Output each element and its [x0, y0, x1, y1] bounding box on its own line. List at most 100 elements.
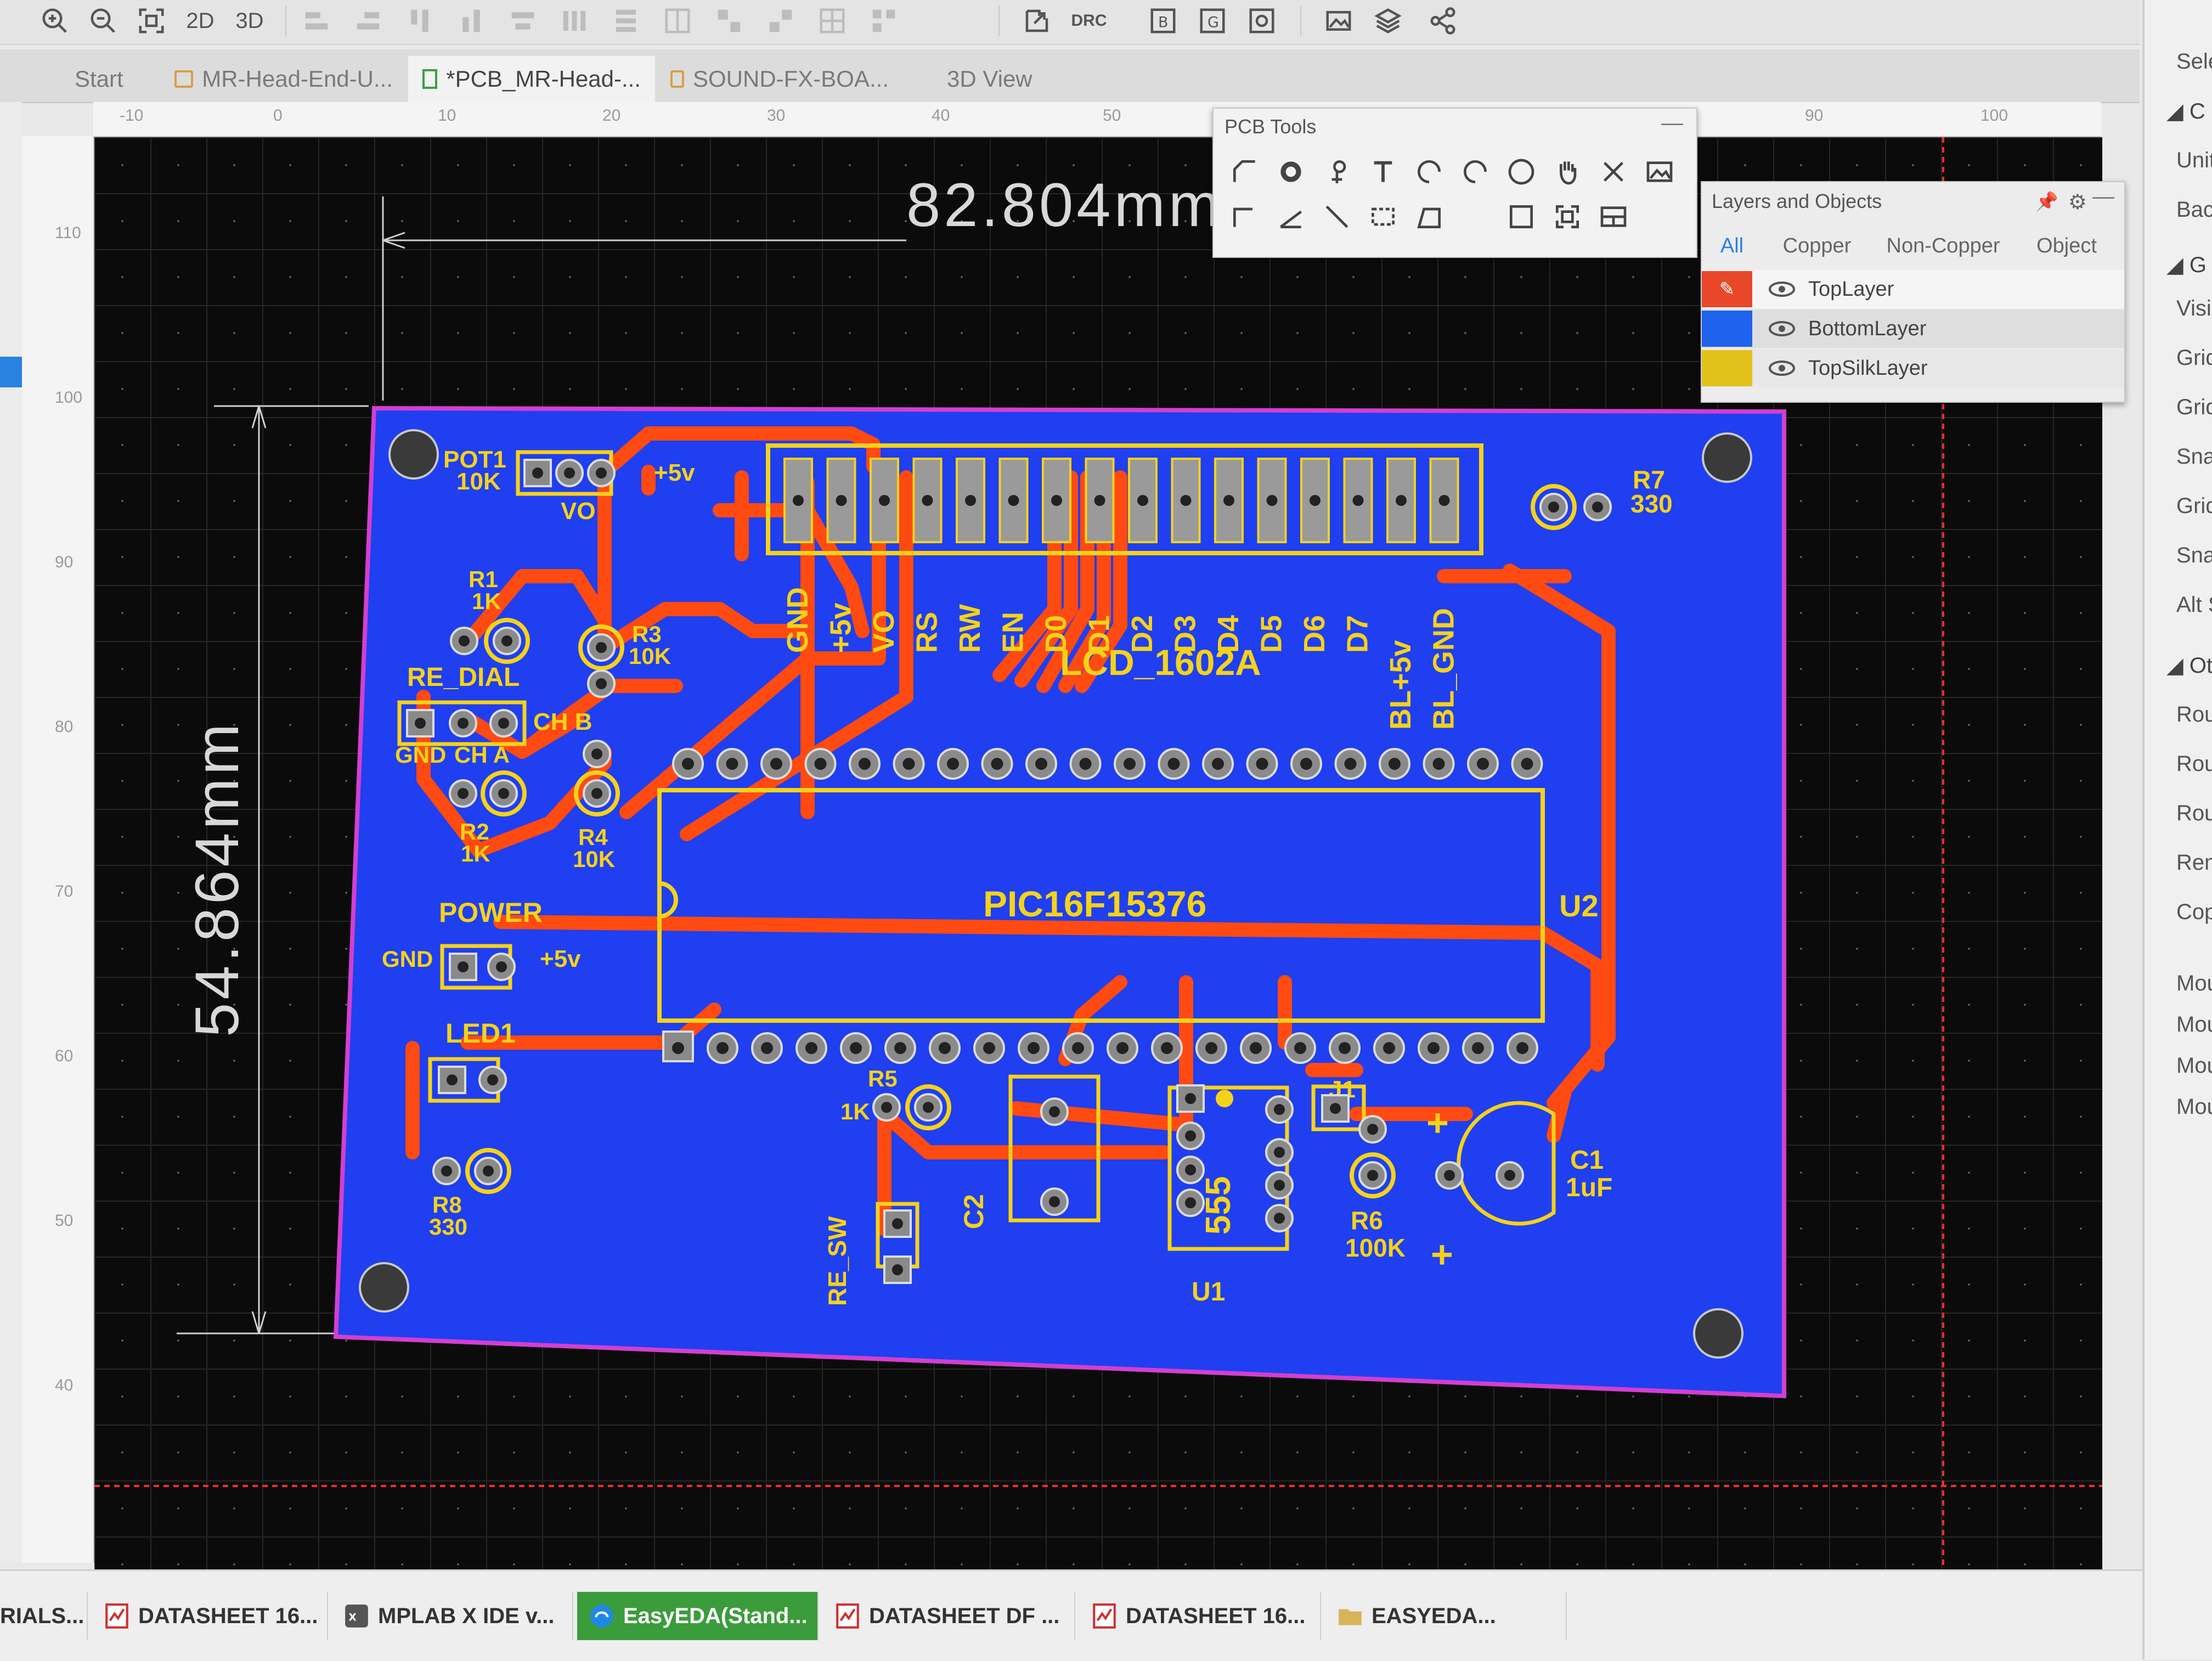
- zoom-out-icon[interactable]: [87, 4, 120, 37]
- view-2d-button[interactable]: 2D: [184, 4, 217, 37]
- zoom-in-icon[interactable]: [38, 4, 71, 37]
- property-item[interactable]: Snap: [2176, 543, 2212, 568]
- layer-row-top[interactable]: ✎ TopLayer: [1702, 270, 2124, 308]
- fit-icon[interactable]: [1548, 198, 1587, 236]
- property-item[interactable]: Grid: [2176, 494, 2212, 519]
- horizontal-ruler: -10 0 10 20 30 40 50 90 100: [93, 102, 2101, 137]
- tab-sound-fx[interactable]: SOUND-FX-BOA...: [656, 56, 903, 102]
- property-item[interactable]: Rout: [2176, 752, 2212, 776]
- tab-3d-view[interactable]: 3D View: [933, 56, 1075, 102]
- property-item[interactable]: Mous: [2176, 1054, 2212, 1078]
- layers-tab-object[interactable]: Object: [2015, 226, 2119, 266]
- mcu-pad-hole: [1427, 1042, 1440, 1054]
- view-3d-button[interactable]: 3D: [233, 4, 266, 37]
- property-item[interactable]: Sele: [2176, 49, 2212, 74]
- text-icon[interactable]: [1364, 153, 1402, 191]
- tab-schematic[interactable]: MR-Head-End-U...: [160, 56, 407, 102]
- taskbar-item[interactable]: RIALS...: [0, 1592, 88, 1640]
- property-item[interactable]: Bac: [2176, 198, 2212, 222]
- pad-hole: [498, 718, 509, 729]
- width-dimension-label: 82.804mm: [906, 171, 1223, 239]
- dimension-icon[interactable]: [1318, 198, 1356, 236]
- corner-icon[interactable]: [1226, 198, 1264, 236]
- property-item[interactable]: Sna: [2176, 444, 2212, 469]
- polygon-icon[interactable]: [1410, 198, 1448, 236]
- property-item[interactable]: Mous: [2176, 1012, 2212, 1037]
- measure-icon[interactable]: [1456, 198, 1494, 236]
- property-item[interactable]: ◢ Ot: [2166, 653, 2212, 678]
- tab-start[interactable]: Start: [60, 56, 159, 102]
- property-item[interactable]: ◢ G: [2166, 252, 2207, 278]
- eye-icon[interactable]: [1769, 320, 1795, 337]
- lcd-pad-hole: [1438, 495, 1450, 506]
- layer-row-bottom[interactable]: BottomLayer: [1702, 309, 2124, 348]
- arc2-icon[interactable]: [1456, 153, 1494, 191]
- eye-icon[interactable]: [1769, 281, 1795, 297]
- property-item[interactable]: Rem: [2176, 851, 2212, 875]
- settings-box-icon[interactable]: [1245, 4, 1278, 37]
- r7-value: 330: [1630, 489, 1673, 518]
- pad-icon[interactable]: [1272, 153, 1310, 191]
- board-b-icon[interactable]: B: [1147, 4, 1180, 37]
- share-icon[interactable]: [1426, 4, 1459, 37]
- taskbar-item[interactable]: DATASHEET 16...: [92, 1592, 328, 1640]
- mcu-pad-hole: [1472, 1042, 1484, 1054]
- mcu-pad-hole: [770, 758, 782, 770]
- layers-tab-non-copper[interactable]: Non-Copper: [1872, 226, 2015, 266]
- minimize-icon[interactable]: —: [2092, 184, 2114, 209]
- pad-hole: [1548, 502, 1559, 513]
- pin-icon[interactable]: 📌: [2035, 191, 2058, 213]
- tab-pcb[interactable]: *PCB_MR-Head-...: [408, 56, 655, 102]
- property-item[interactable]: Rout: [2176, 702, 2212, 727]
- angle-icon[interactable]: [1272, 198, 1310, 236]
- property-item[interactable]: Unit: [2176, 148, 2212, 173]
- track-icon[interactable]: [1226, 153, 1264, 191]
- layers-tab-all[interactable]: All: [1702, 226, 1762, 266]
- import-icon[interactable]: [1020, 4, 1053, 37]
- layer-color-swatch[interactable]: [1702, 311, 1752, 347]
- r5-value: 1K: [840, 1099, 870, 1124]
- rect-select-icon[interactable]: [1364, 198, 1402, 236]
- pad-hole: [1274, 1147, 1285, 1158]
- layer-row-topsilk[interactable]: TopSilkLayer: [1702, 349, 2124, 387]
- via-icon[interactable]: [1318, 153, 1356, 191]
- taskbar-item[interactable]: DATASHEET 16...: [1080, 1592, 1321, 1640]
- layers-icon[interactable]: [1372, 4, 1404, 37]
- property-item[interactable]: Mous: [2176, 1095, 2212, 1119]
- minimize-icon[interactable]: —: [1661, 111, 1683, 136]
- gear-icon[interactable]: ⚙: [2068, 190, 2087, 215]
- property-item[interactable]: Visi: [2176, 296, 2211, 321]
- lcd-pad-hole: [879, 495, 890, 506]
- eye-icon[interactable]: [1769, 360, 1795, 376]
- taskbar-item[interactable]: DATASHEET DF ...: [823, 1592, 1075, 1640]
- circle-icon[interactable]: [1502, 153, 1541, 191]
- property-item[interactable]: Mous: [2176, 971, 2212, 996]
- taskbar-item-active[interactable]: EasyEDA(Stand...: [577, 1592, 819, 1640]
- square-icon[interactable]: [1502, 198, 1541, 236]
- led1-label: LED1: [445, 1018, 516, 1049]
- property-item[interactable]: Grid: [2176, 346, 2212, 370]
- pencil-icon[interactable]: ✎: [1702, 271, 1752, 307]
- pad-hole: [892, 1218, 903, 1229]
- lcd-pin-label: RW: [953, 604, 986, 653]
- fit-view-icon[interactable]: [135, 4, 168, 37]
- drc-button[interactable]: DRC: [1070, 4, 1108, 37]
- hand-icon[interactable]: [1548, 153, 1587, 191]
- property-item[interactable]: ◢ C: [2166, 99, 2205, 124]
- layers-tab-copper[interactable]: Copper: [1762, 226, 1872, 266]
- property-item[interactable]: Alt S: [2176, 593, 2212, 617]
- taskbar-item[interactable]: EASYEDA...: [1325, 1592, 1567, 1640]
- property-item[interactable]: Rout: [2176, 801, 2212, 826]
- property-item[interactable]: Copp: [2176, 900, 2212, 925]
- layer-color-swatch[interactable]: [1702, 350, 1752, 386]
- board-g-icon[interactable]: G: [1196, 4, 1229, 37]
- connect-icon[interactable]: [1594, 153, 1633, 191]
- arc-icon[interactable]: [1410, 153, 1448, 191]
- mcu-label: PIC16F15376: [983, 883, 1206, 924]
- pad-hole: [1274, 1213, 1285, 1224]
- property-item[interactable]: Grid: [2176, 395, 2212, 420]
- table-icon[interactable]: [1594, 198, 1633, 236]
- image-icon[interactable]: [1640, 153, 1679, 191]
- taskbar-item[interactable]: X MPLAB X IDE v...: [332, 1592, 573, 1640]
- photo-view-icon[interactable]: [1322, 4, 1355, 37]
